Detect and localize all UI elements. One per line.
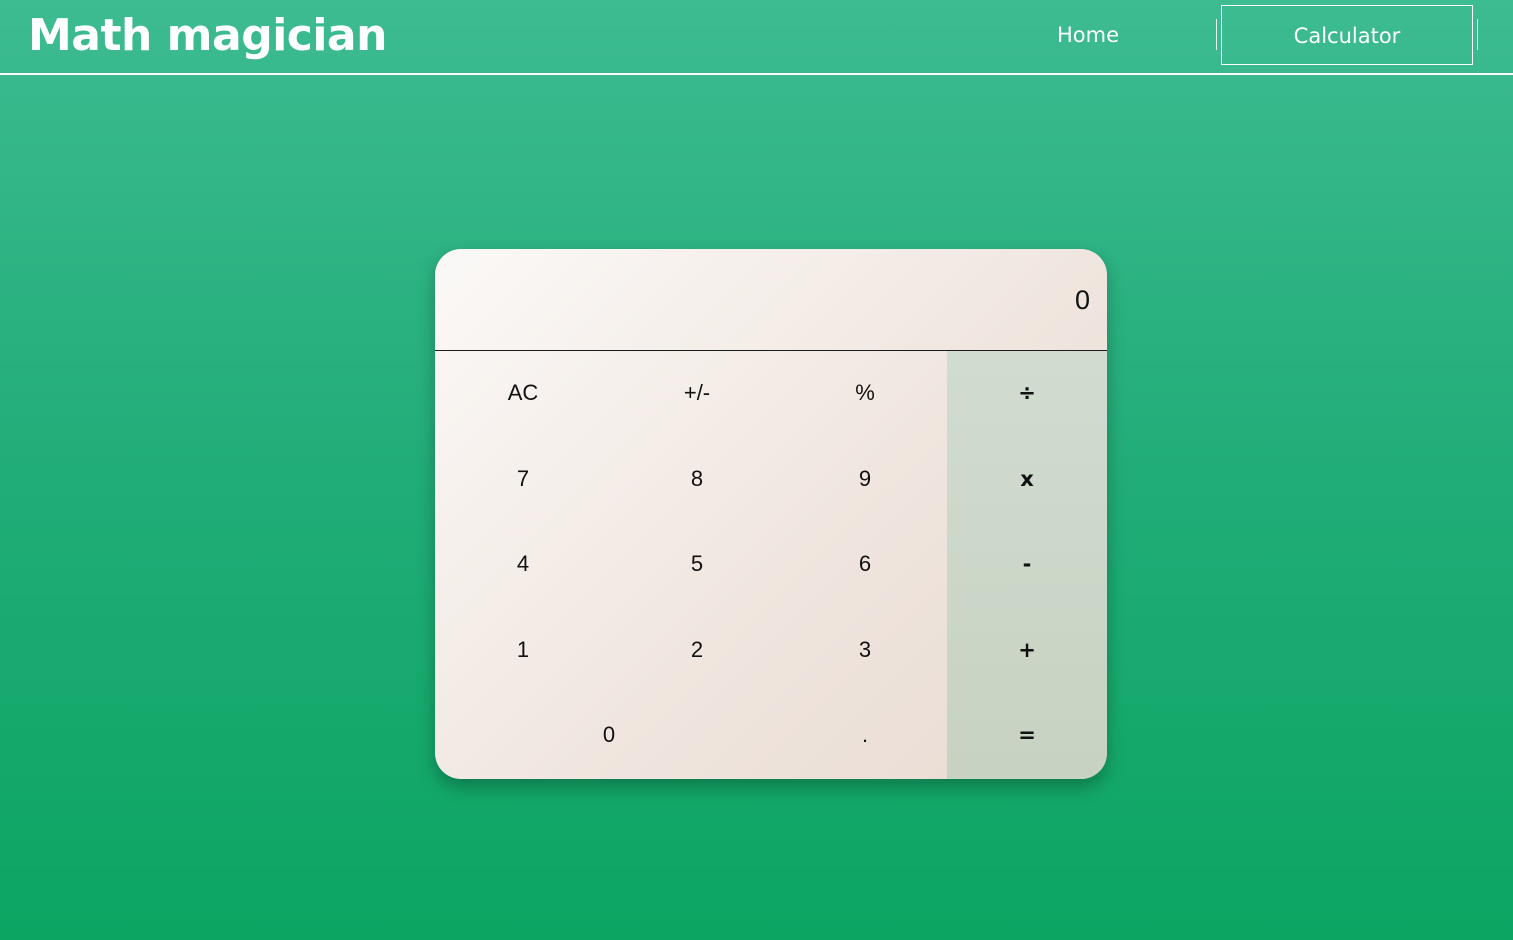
brand-title: Math magician (28, 10, 387, 61)
calculator-display: 0 (435, 249, 1107, 351)
digit-4-button[interactable]: 4 (435, 521, 611, 607)
nav-calculator-link[interactable]: Calculator (1221, 5, 1473, 65)
digit-5-button[interactable]: 5 (611, 521, 783, 607)
decimal-button[interactable]: . (783, 692, 947, 778)
multiply-button[interactable]: x (947, 436, 1107, 522)
clear-button[interactable]: AC (435, 350, 611, 436)
nav-home-link[interactable]: Home (1000, 5, 1176, 65)
display-value: 0 (1074, 285, 1090, 315)
digit-2-button[interactable]: 2 (611, 607, 783, 693)
digit-8-button[interactable]: 8 (611, 436, 783, 522)
add-button[interactable]: + (947, 607, 1107, 693)
digit-9-button[interactable]: 9 (783, 436, 947, 522)
nav-divider (1216, 19, 1217, 50)
nav-divider (1477, 19, 1478, 50)
top-navbar: Math magician Home Calculator (0, 0, 1513, 75)
digit-3-button[interactable]: 3 (783, 607, 947, 693)
digit-1-button[interactable]: 1 (435, 607, 611, 693)
digit-0-button[interactable]: 0 (435, 692, 783, 778)
sign-toggle-button[interactable]: +/- (611, 350, 783, 436)
divide-button[interactable]: ÷ (947, 350, 1107, 436)
equals-button[interactable]: = (947, 692, 1107, 778)
calculator-panel: 0 AC +/- % ÷ 7 8 9 x 4 5 6 - 1 2 3 + 0 .… (435, 249, 1107, 779)
percent-button[interactable]: % (783, 350, 947, 436)
digit-7-button[interactable]: 7 (435, 436, 611, 522)
digit-6-button[interactable]: 6 (783, 521, 947, 607)
subtract-button[interactable]: - (947, 521, 1107, 607)
